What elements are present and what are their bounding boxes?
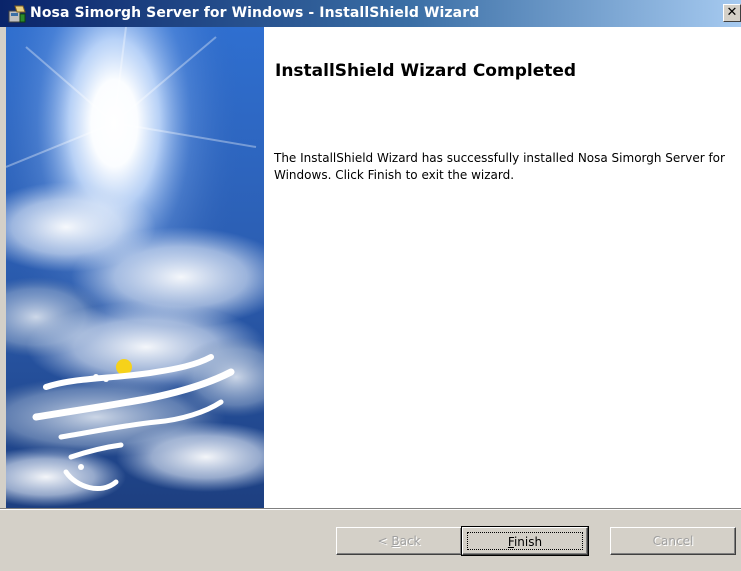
back-button[interactable]: < Back [336,527,462,555]
finish-button[interactable]: Finish [461,526,589,556]
finish-button-label: inish [513,535,543,549]
page-title: InstallShield Wizard Completed [275,61,577,81]
cancel-button[interactable]: Cancel [610,527,736,555]
finish-focus-rect: Finish [467,532,583,550]
back-button-mnemonic: B [391,534,400,548]
close-button[interactable]: ✕ [723,4,741,22]
title-bar[interactable]: Nosa Simorgh Server for Windows - Instal… [0,0,741,27]
banner-image [6,27,264,508]
installer-icon [8,5,26,23]
installer-window: Nosa Simorgh Server for Windows - Instal… [0,0,741,571]
close-icon: ✕ [726,5,738,20]
window-title: Nosa Simorgh Server for Windows - Instal… [30,5,480,21]
completion-message: The InstallShield Wizard has successfull… [274,151,725,182]
back-button-prefix: < [377,534,392,548]
content-panel: InstallShield Wizard Completed The Insta… [264,27,741,508]
sky-sun-clouds-image [6,27,264,508]
button-bar: < Back Finish Cancel [0,510,741,571]
back-button-label: ack [399,534,421,548]
